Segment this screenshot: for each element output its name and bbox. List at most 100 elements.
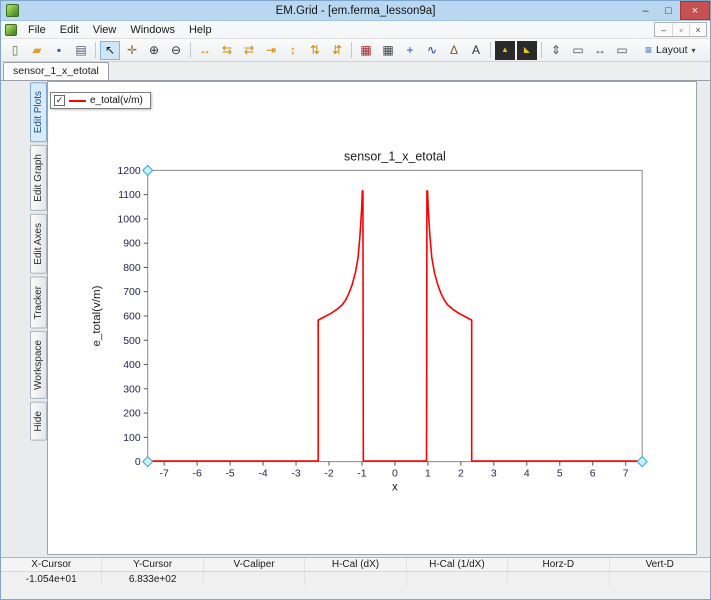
window-controls: – □ × <box>634 1 710 20</box>
x-tick-label: 6 <box>590 468 596 480</box>
status-value-h-cal-1dx <box>407 572 508 586</box>
data-table-icon[interactable]: ▦ <box>378 41 398 60</box>
y-tick-label: 400 <box>123 359 141 371</box>
add-text-icon[interactable]: A <box>466 41 486 60</box>
menu-help[interactable]: Help <box>182 22 219 38</box>
y-tick-label: 200 <box>123 408 141 420</box>
sidebar-item-tracker[interactable]: Tracker <box>30 277 47 329</box>
status-label-y-cursor: Y-Cursor <box>102 558 203 571</box>
status-label-horz-d: Horz-D <box>508 558 609 571</box>
add-marker-icon[interactable]: + <box>400 41 420 60</box>
fit-horizontal-icon[interactable]: ↔ <box>195 41 215 60</box>
x-tick-label: 2 <box>458 468 464 480</box>
plot-legend: ✓ e_total(v/m) <box>50 92 151 109</box>
status-label-h-cal-dx: H-Cal (dX) <box>305 558 406 571</box>
zoom-in-icon[interactable]: ⊕ <box>144 41 164 60</box>
caliper-free-icon[interactable]: ▭ <box>612 41 632 60</box>
menu-bar: File Edit View Windows Help – ▫ × <box>1 21 710 39</box>
chart-title: sensor_1_x_etotal <box>344 149 446 163</box>
legend-line-swatch <box>69 100 86 102</box>
compress-x-icon[interactable]: ⇥ <box>261 41 281 60</box>
x-tick-label: 7 <box>623 468 629 480</box>
menu-windows[interactable]: Windows <box>123 22 182 38</box>
save-icon[interactable]: ▪ <box>49 41 69 60</box>
window-title: EM.Grid - [em.ferma_lesson9a] <box>1 5 710 17</box>
y-tick-label: 1100 <box>118 189 141 201</box>
app-icon <box>6 4 19 17</box>
new-file-icon[interactable]: ▯ <box>5 41 25 60</box>
main-content: Edit Plots Edit Graph Edit Axes Tracker Work… <box>1 81 710 557</box>
zoom-out-icon[interactable]: ⊖ <box>166 41 186 60</box>
layout-dropdown[interactable]: ≡ Layout ▾ <box>637 40 704 60</box>
y-tick-label: 300 <box>123 383 141 395</box>
status-value-horz-d <box>508 572 609 586</box>
sidebar-item-workspace[interactable]: Workspace <box>30 331 47 399</box>
y-tick-label: 1000 <box>117 213 140 225</box>
menu-file[interactable]: File <box>21 22 53 38</box>
status-label-vert-d: Vert-D <box>610 558 710 571</box>
grid-settings-icon[interactable]: ▦ <box>356 41 376 60</box>
document-tabstrip: sensor_1_x_etotal <box>1 62 710 81</box>
sidebar-tabs: Edit Plots Edit Graph Edit Axes Tracker Work… <box>30 81 47 555</box>
mdi-close-button[interactable]: × <box>689 23 706 36</box>
x-tick-label: -7 <box>160 468 169 480</box>
status-value-y-cursor: 6.833e+02 <box>102 572 203 586</box>
toolbar-separator <box>541 42 542 58</box>
tab-sensor-1-x-etotal[interactable]: sensor_1_x_etotal <box>3 62 109 80</box>
select-cursor-icon[interactable]: ↖ <box>100 41 120 60</box>
y-tick-label: 700 <box>123 286 141 298</box>
y-tick-label: 1200 <box>117 165 140 177</box>
x-tick-label: -2 <box>324 468 333 480</box>
mdi-window-controls: – ▫ × <box>654 22 707 37</box>
x-tick-label: -3 <box>291 468 300 480</box>
caliper-box-icon[interactable]: ▭ <box>568 41 588 60</box>
chevron-down-icon: ▾ <box>692 46 696 55</box>
mdi-restore-button[interactable]: ▫ <box>672 23 689 36</box>
delta-measure-icon[interactable]: Δ <box>444 41 464 60</box>
sidebar-item-edit-axes[interactable]: Edit Axes <box>30 214 47 274</box>
image-export-icon[interactable]: ▲ <box>495 41 515 60</box>
y-tick-label: 0 <box>135 456 141 468</box>
maximize-button[interactable]: □ <box>657 1 680 20</box>
compress-y-icon[interactable]: ⇵ <box>327 41 347 60</box>
layout-label: Layout <box>656 44 688 56</box>
image-settings-icon[interactable]: ◣ <box>517 41 537 60</box>
x-tick-label: 3 <box>491 468 497 480</box>
expand-y-icon[interactable]: ⇅ <box>305 41 325 60</box>
close-button[interactable]: × <box>680 1 710 20</box>
status-label-h-cal-1dx: H-Cal (1/dX) <box>407 558 508 571</box>
sidebar-item-hide[interactable]: Hide <box>30 402 47 441</box>
menu-view[interactable]: View <box>86 22 124 38</box>
fit-vertical-icon[interactable]: ↕ <box>283 41 303 60</box>
print-icon[interactable]: ▤ <box>71 41 91 60</box>
y-tick-label: 900 <box>123 238 141 250</box>
pan-x-icon[interactable]: ⇆ <box>217 41 237 60</box>
toolbar-row: ▯▰▪▤↖✛⊕⊖↔⇆⇄⇥↕⇅⇵▦▦+∿ΔA▲◣⇕▭↔▭ ≡ Layout ▾ <box>1 39 710 62</box>
open-folder-icon[interactable]: ▰ <box>27 41 47 60</box>
y-tick-label: 500 <box>123 335 141 347</box>
y-tick-label: 100 <box>123 432 141 444</box>
x-tick-label: 0 <box>392 468 398 480</box>
legend-checkbox[interactable]: ✓ <box>54 95 65 106</box>
sidebar-item-edit-plots[interactable]: Edit Plots <box>30 82 47 142</box>
toolbar-separator <box>490 42 491 58</box>
expand-x-icon[interactable]: ⇄ <box>239 41 259 60</box>
curve-tracker-icon[interactable]: ∿ <box>422 41 442 60</box>
app-window: EM.Grid - [em.ferma_lesson9a] – □ × File… <box>0 0 711 600</box>
mdi-minimize-button[interactable]: – <box>655 23 672 36</box>
caliper-vertical-icon[interactable]: ⇕ <box>546 41 566 60</box>
x-tick-label: 5 <box>557 468 563 480</box>
status-value-h-cal-dx <box>305 572 406 586</box>
layout-icon: ≡ <box>645 43 652 57</box>
caliper-horizontal-icon[interactable]: ↔ <box>590 41 610 60</box>
pan-hand-icon[interactable]: ✛ <box>122 41 142 60</box>
menu-edit[interactable]: Edit <box>53 22 86 38</box>
sidebar-item-edit-graph[interactable]: Edit Graph <box>30 145 47 211</box>
plot-area[interactable] <box>148 170 642 461</box>
status-labels-row: X-Cursor Y-Cursor V-Caliper H-Cal (dX) H… <box>1 558 710 572</box>
status-value-vert-d <box>610 572 710 586</box>
y-tick-label: 800 <box>123 262 141 274</box>
minimize-button[interactable]: – <box>634 1 657 20</box>
toolbar-separator <box>190 42 191 58</box>
toolbar-separator <box>351 42 352 58</box>
